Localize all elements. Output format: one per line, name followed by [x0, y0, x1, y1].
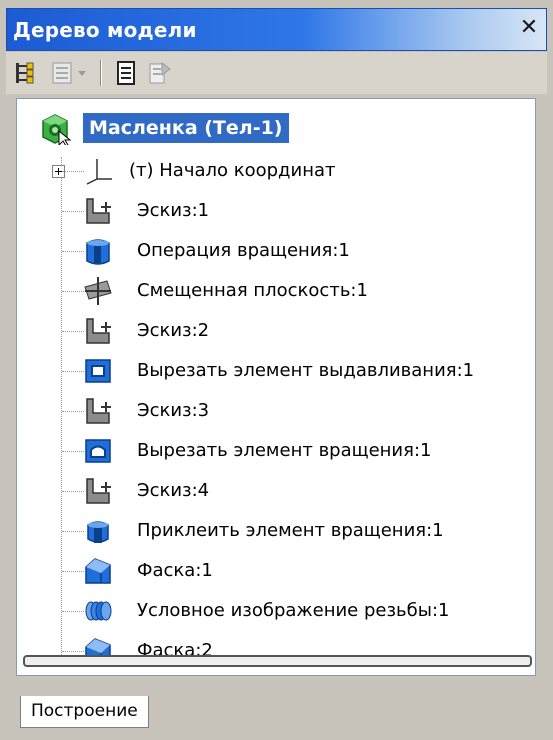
tree-item-origin[interactable]: (т) Начало координат — [17, 153, 535, 189]
tab-construction[interactable]: Построение — [20, 696, 149, 728]
tree-connector — [62, 371, 84, 372]
sketch-icon — [83, 317, 113, 345]
cut-revolve-icon — [83, 437, 113, 465]
list-view-dropdown-icon[interactable] — [50, 59, 94, 87]
offset-plane-icon — [83, 277, 113, 305]
tree-item-label: Эскиз:3 — [137, 400, 210, 421]
boss-revolve-icon — [83, 517, 113, 545]
model-tree-window: Дерево модели ✕ Масленка (Тел-1) (т) Нач… — [0, 0, 553, 740]
tree-connector — [62, 451, 84, 452]
tree-item-boss-revolve[interactable]: Приклеить элемент вращения:1 — [17, 513, 535, 549]
tree-item-label: Вырезать элемент выдавливания:1 — [137, 360, 475, 381]
chamfer-icon — [83, 557, 113, 585]
tree-item-label: Вырезать элемент вращения:1 — [137, 440, 432, 461]
tree-item-label: (т) Начало координат — [129, 160, 336, 181]
tree-item-thread[interactable]: Условное изображение резьбы:1 — [17, 593, 535, 629]
tree-connector — [62, 611, 84, 612]
document-export-icon[interactable] — [146, 59, 174, 87]
sketch-icon — [83, 397, 113, 425]
tree-root-item[interactable]: Масленка (Тел-1) — [39, 111, 519, 147]
close-icon[interactable]: ✕ — [516, 15, 542, 41]
horizontal-scrollbar[interactable] — [23, 655, 532, 667]
tree-item-offset-plane[interactable]: Смещенная плоскость:1 — [17, 273, 535, 309]
toolbar — [6, 52, 547, 94]
sketch-icon — [83, 197, 113, 225]
tree-item-chamfer-1[interactable]: Фаска:1 — [17, 553, 535, 589]
title-bar[interactable]: Дерево модели ✕ — [6, 8, 547, 51]
revolve-icon — [83, 237, 113, 265]
sketch-icon — [83, 477, 113, 505]
tree-connector — [62, 171, 84, 172]
part-body-icon — [39, 113, 73, 147]
tree-item-cut-revolve[interactable]: Вырезать элемент вращения:1 — [17, 433, 535, 469]
origin-axes-icon — [83, 157, 113, 185]
tree-structure-icon[interactable] — [12, 59, 40, 87]
tree-connector — [62, 651, 84, 652]
tree-item-cut-extrude[interactable]: Вырезать элемент выдавливания:1 — [17, 353, 535, 389]
tree-item-revolve[interactable]: Операция вращения:1 — [17, 233, 535, 269]
tree-item-label: Эскиз:1 — [137, 200, 210, 221]
tree-item-label: Эскиз:2 — [137, 320, 210, 341]
tree-connector — [62, 251, 84, 252]
tree-root-label: Масленка (Тел-1) — [83, 113, 289, 143]
tree-connector — [62, 571, 84, 572]
thread-icon — [83, 597, 113, 625]
tree-connector — [62, 491, 84, 492]
document-icon[interactable] — [112, 59, 140, 87]
model-tree-panel[interactable]: Масленка (Тел-1) (т) Начало координат Эс… — [16, 98, 536, 676]
tree-item-label: Операция вращения:1 — [137, 240, 350, 261]
toolbar-separator — [100, 60, 102, 86]
cut-extrude-icon — [83, 357, 113, 385]
tree-item-sketch-4[interactable]: Эскиз:4 — [17, 473, 535, 509]
tree-connector — [62, 291, 84, 292]
tree-item-sketch-2[interactable]: Эскиз:2 — [17, 313, 535, 349]
tree-connector — [62, 211, 84, 212]
tree-connector — [62, 331, 84, 332]
tab-bar: Построение — [6, 684, 547, 730]
window-title: Дерево модели — [13, 18, 197, 42]
tree-connector — [62, 531, 84, 532]
tree-item-sketch-3[interactable]: Эскиз:3 — [17, 393, 535, 429]
tree-connector — [62, 411, 84, 412]
tree-item-sketch-1[interactable]: Эскиз:1 — [17, 193, 535, 229]
tree-item-label: Эскиз:4 — [137, 480, 210, 501]
tree-item-label: Приклеить элемент вращения:1 — [137, 520, 444, 541]
tree-item-label: Условное изображение резьбы:1 — [137, 600, 450, 621]
tree-item-label: Смещенная плоскость:1 — [137, 280, 368, 301]
tree-item-label: Фаска:1 — [137, 560, 213, 581]
